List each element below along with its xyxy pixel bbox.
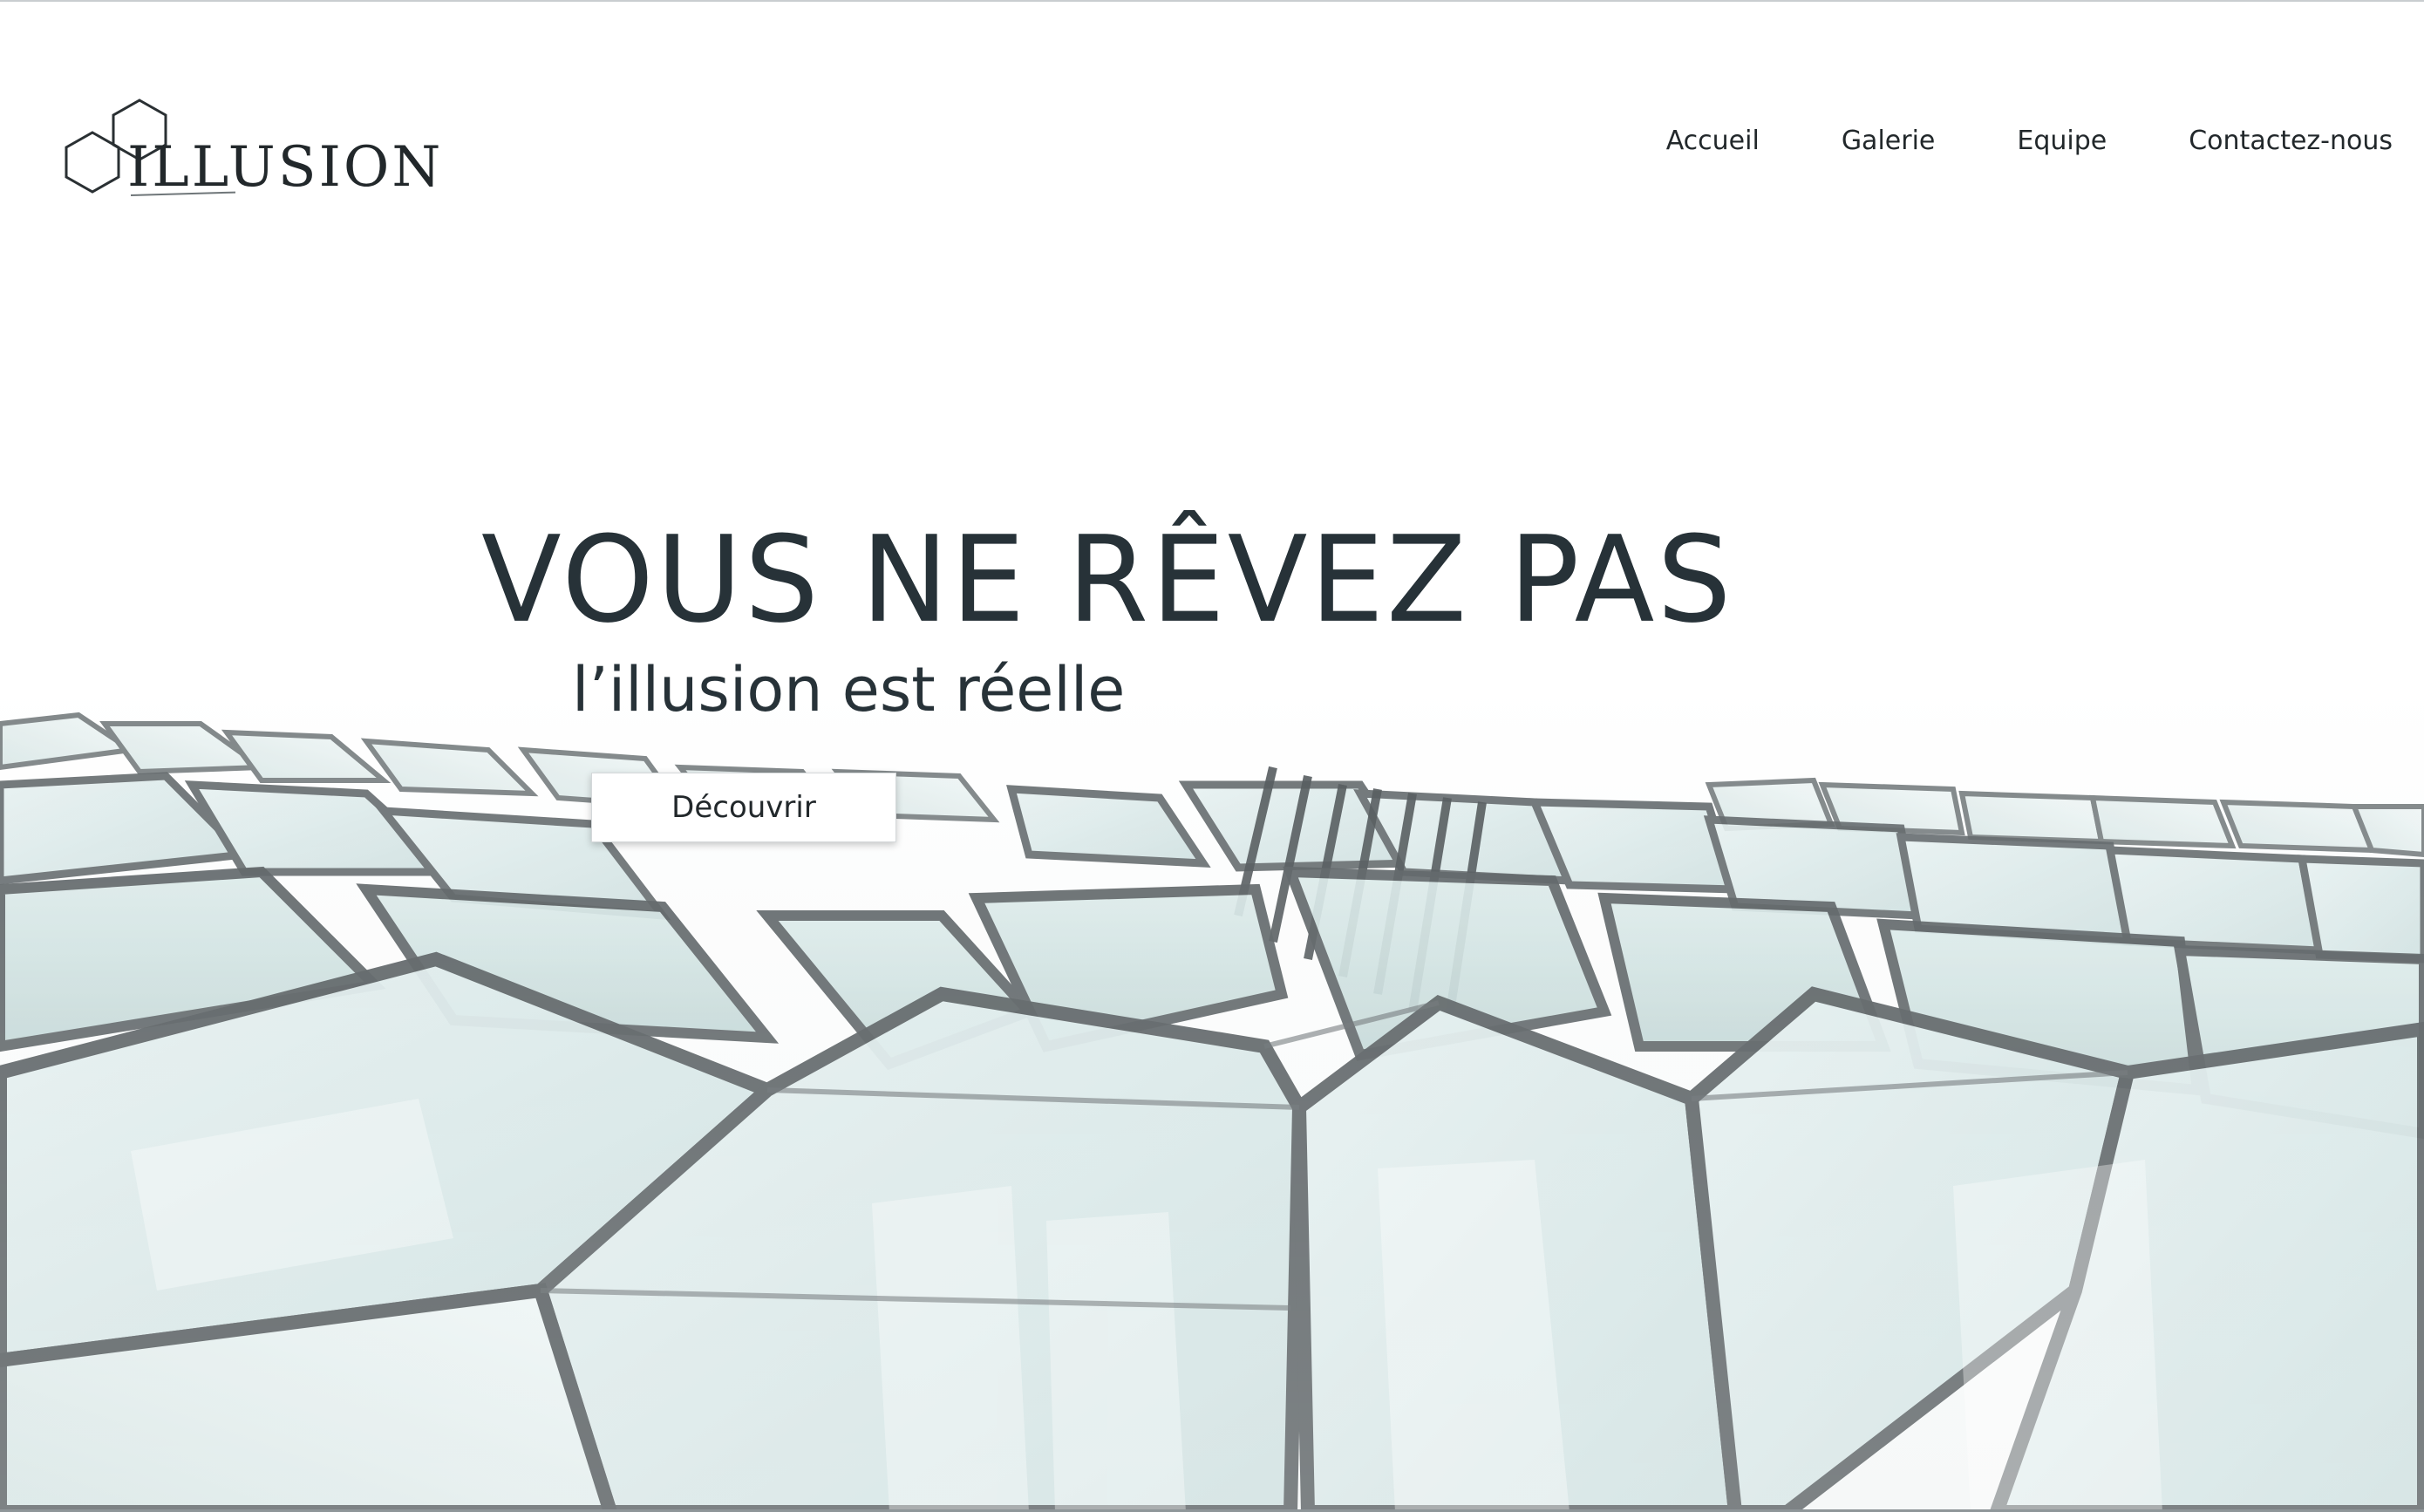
page: ILLUSION Accueil Galerie Equipe Contacte… [0,0,2424,1512]
site-header: ILLUSION Accueil Galerie Equipe Contacte… [0,0,2424,227]
nav-link-equipe[interactable]: Equipe [2017,120,2107,161]
main-nav: Accueil Galerie Equipe Contactez-nous [1666,120,2393,161]
discover-button[interactable]: Découvrir [591,773,896,842]
hero-subtitle: l’illusion est réelle [572,654,1126,725]
nav-link-galerie[interactable]: Galerie [1842,120,1936,161]
logo-text: ILLUSION [127,135,444,200]
logo[interactable]: ILLUSION [61,98,445,211]
hero-background-image [0,0,2424,1512]
hero-title: VOUS NE RÊVEZ PAS [481,510,1734,650]
nav-link-contact[interactable]: Contactez-nous [2189,120,2393,161]
nav-link-accueil[interactable]: Accueil [1666,120,1760,161]
